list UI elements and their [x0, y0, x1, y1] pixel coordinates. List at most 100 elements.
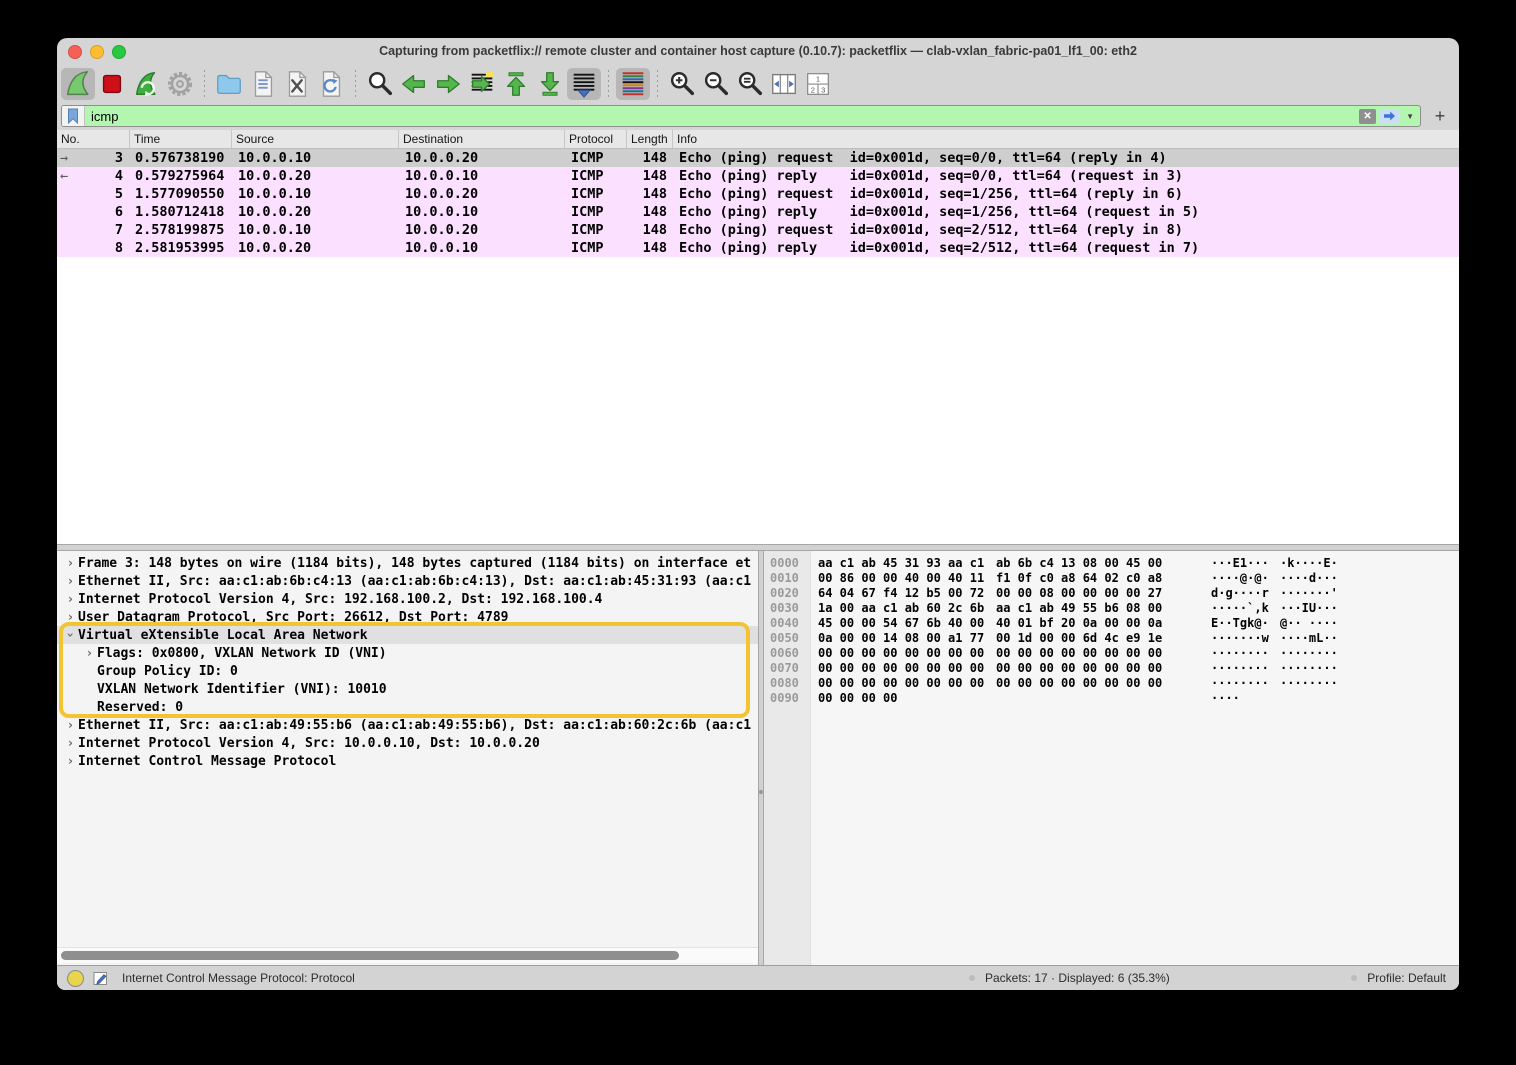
details-hscrollbar[interactable]: [57, 947, 758, 963]
ascii-left: ········: [1211, 676, 1271, 690]
expander-open-icon[interactable]: ›: [64, 628, 78, 643]
detail-row[interactable]: ›Frame 3: 148 bytes on wire (1184 bits),…: [57, 554, 758, 572]
zoom-out-icon: [701, 69, 731, 99]
column-header-source[interactable]: Source: [232, 130, 399, 148]
layout-123-button[interactable]: 123: [801, 68, 835, 100]
hex-row-0090[interactable]: 009000 00 00 00····: [764, 690, 1459, 705]
hex-row-0030[interactable]: 00301a 00 aa c1 ab 60 2c 6baa c1 ab 49 5…: [764, 600, 1459, 615]
expander-closed-icon[interactable]: ›: [82, 646, 97, 660]
traffic-lights: [68, 45, 126, 59]
hex-row-0080[interactable]: 008000 00 00 00 00 00 00 0000 00 00 00 0…: [764, 675, 1459, 690]
expander-closed-icon[interactable]: ›: [63, 574, 78, 588]
ascii-right: ····mL··: [1280, 631, 1338, 645]
packet-row-7[interactable]: 72.57819987510.0.0.1010.0.0.20ICMP148Ech…: [57, 221, 1459, 239]
detail-row[interactable]: ›Internet Protocol Version 4, Src: 192.1…: [57, 590, 758, 608]
svg-text:2: 2: [811, 85, 815, 94]
column-header-protocol[interactable]: Protocol: [565, 130, 627, 148]
hex-bytes-right: 00 00 00 00 00 00 00 00: [996, 661, 1162, 675]
detail-text: Virtual eXtensible Local Area Network: [78, 628, 368, 643]
hex-row-0060[interactable]: 006000 00 00 00 00 00 00 0000 00 00 00 0…: [764, 645, 1459, 660]
expander-closed-icon[interactable]: ›: [63, 610, 78, 624]
filter-dropdown-caret-icon[interactable]: ▼: [1406, 112, 1414, 121]
filter-apply-button[interactable]: [1379, 109, 1400, 124]
detail-row[interactable]: ›Ethernet II, Src: aa:c1:ab:49:55:b6 (aa…: [57, 716, 758, 734]
column-header-info[interactable]: Info: [673, 130, 1459, 148]
hex-row-0020[interactable]: 002064 04 67 f4 12 b5 00 7200 00 08 00 0…: [764, 585, 1459, 600]
previous-packet-button[interactable]: [397, 68, 431, 100]
hex-row-0040[interactable]: 004045 00 00 54 67 6b 40 0040 01 bf 20 0…: [764, 615, 1459, 630]
status-profile[interactable]: Profile: Default: [1351, 971, 1446, 985]
packet-direction-marker: [57, 186, 82, 203]
last-packet-button[interactable]: [533, 68, 567, 100]
start-capture-button[interactable]: [61, 68, 95, 100]
column-header-destination[interactable]: Destination: [399, 130, 565, 148]
filter-clear-button[interactable]: ✕: [1359, 109, 1376, 124]
zoom-in-button[interactable]: [665, 68, 699, 100]
resize-columns-button[interactable]: [767, 68, 801, 100]
hex-offset: 0020: [764, 586, 810, 600]
stop-capture-button[interactable]: [95, 68, 129, 100]
packet-row-6[interactable]: 61.58071241810.0.0.2010.0.0.10ICMP148Ech…: [57, 203, 1459, 221]
capture-options-button[interactable]: [163, 68, 197, 100]
filter-input[interactable]: icmp: [85, 109, 1359, 124]
expander-closed-icon[interactable]: ›: [63, 736, 78, 750]
detail-row[interactable]: ›Flags: 0x0800, VXLAN Network ID (VNI): [57, 644, 758, 662]
details-hscrollbar-thumb[interactable]: [61, 951, 679, 960]
status-field-info[interactable]: Internet Control Message Protocol: Proto…: [122, 971, 355, 985]
filter-bookmark-button[interactable]: [62, 106, 85, 126]
column-header-length[interactable]: Length: [627, 130, 673, 148]
find-packet-button[interactable]: [363, 68, 397, 100]
resize-columns-icon: [769, 69, 799, 99]
go-to-packet-button[interactable]: [465, 68, 499, 100]
title-bar[interactable]: Capturing from packetflix:// remote clus…: [57, 38, 1459, 64]
expander-closed-icon[interactable]: ›: [63, 592, 78, 606]
save-file-button[interactable]: [246, 68, 280, 100]
filter-add-button[interactable]: +: [1429, 106, 1451, 127]
column-header-time[interactable]: Time: [130, 130, 232, 148]
zoom-window-button[interactable]: [112, 45, 126, 59]
packet-row-5[interactable]: 51.57709055010.0.0.1010.0.0.20ICMP148Ech…: [57, 185, 1459, 203]
expert-info-button[interactable]: [67, 970, 84, 987]
minimize-window-button[interactable]: [90, 45, 104, 59]
column-header-no[interactable]: No.: [57, 130, 130, 148]
close-window-button[interactable]: [68, 45, 82, 59]
pane-splitter-horizontal[interactable]: [57, 544, 1459, 551]
zoom-reset-button[interactable]: [733, 68, 767, 100]
detail-row[interactable]: Reserved: 0: [57, 698, 758, 716]
next-packet-button[interactable]: [431, 68, 465, 100]
expander-closed-icon[interactable]: ›: [63, 754, 78, 768]
detail-row[interactable]: ›Internet Control Message Protocol: [57, 752, 758, 770]
auto-scroll-button[interactable]: [567, 68, 601, 100]
expander-closed-icon[interactable]: ›: [63, 718, 78, 732]
reload-file-icon: [316, 69, 346, 99]
zoom-reset-icon: [735, 69, 765, 99]
detail-row[interactable]: ›Internet Protocol Version 4, Src: 10.0.…: [57, 734, 758, 752]
reload-file-button[interactable]: [314, 68, 348, 100]
detail-row[interactable]: ›User Datagram Protocol, Src Port: 26612…: [57, 608, 758, 626]
expander-closed-icon[interactable]: ›: [63, 556, 78, 570]
capture-comment-icon[interactable]: [93, 970, 110, 987]
restart-capture-button[interactable]: [129, 68, 163, 100]
open-file-button[interactable]: [212, 68, 246, 100]
packets-displayed-text: Packets: 17 · Displayed: 6 (35.3%): [985, 971, 1170, 985]
detail-row[interactable]: ›Ethernet II, Src: aa:c1:ab:6b:c4:13 (aa…: [57, 572, 758, 590]
detail-row[interactable]: VXLAN Network Identifier (VNI): 10010: [57, 680, 758, 698]
close-file-button[interactable]: [280, 68, 314, 100]
first-packet-button[interactable]: [499, 68, 533, 100]
packet-row-8[interactable]: 82.58195399510.0.0.2010.0.0.10ICMP148Ech…: [57, 239, 1459, 257]
colorize-button[interactable]: [616, 68, 650, 100]
detail-row[interactable]: Group Policy ID: 0: [57, 662, 758, 680]
zoom-out-button[interactable]: [699, 68, 733, 100]
hex-row-0070[interactable]: 007000 00 00 00 00 00 00 0000 00 00 00 0…: [764, 660, 1459, 675]
packet-row-4[interactable]: ←40.57927596410.0.0.2010.0.0.10ICMP148Ec…: [57, 167, 1459, 185]
hex-row-0050[interactable]: 00500a 00 00 14 08 00 a1 7700 1d 00 00 6…: [764, 630, 1459, 645]
packet-direction-marker: ←: [57, 168, 82, 185]
wireshark-window: Capturing from packetflix:// remote clus…: [57, 38, 1459, 990]
packet-row-3[interactable]: →30.57673819010.0.0.1010.0.0.20ICMP148Ec…: [57, 149, 1459, 167]
hex-row-0010[interactable]: 001000 86 00 00 40 00 40 11f1 0f c0 a8 6…: [764, 570, 1459, 585]
hex-row-0000[interactable]: 0000aa c1 ab 45 31 93 aa c1ab 6b c4 13 0…: [764, 555, 1459, 570]
detail-row[interactable]: ›Virtual eXtensible Local Area Network: [57, 626, 758, 644]
display-filter-field[interactable]: icmp ✕ ▼: [61, 105, 1421, 127]
bookmark-icon: [67, 108, 79, 124]
start-capture-icon: [63, 69, 93, 99]
